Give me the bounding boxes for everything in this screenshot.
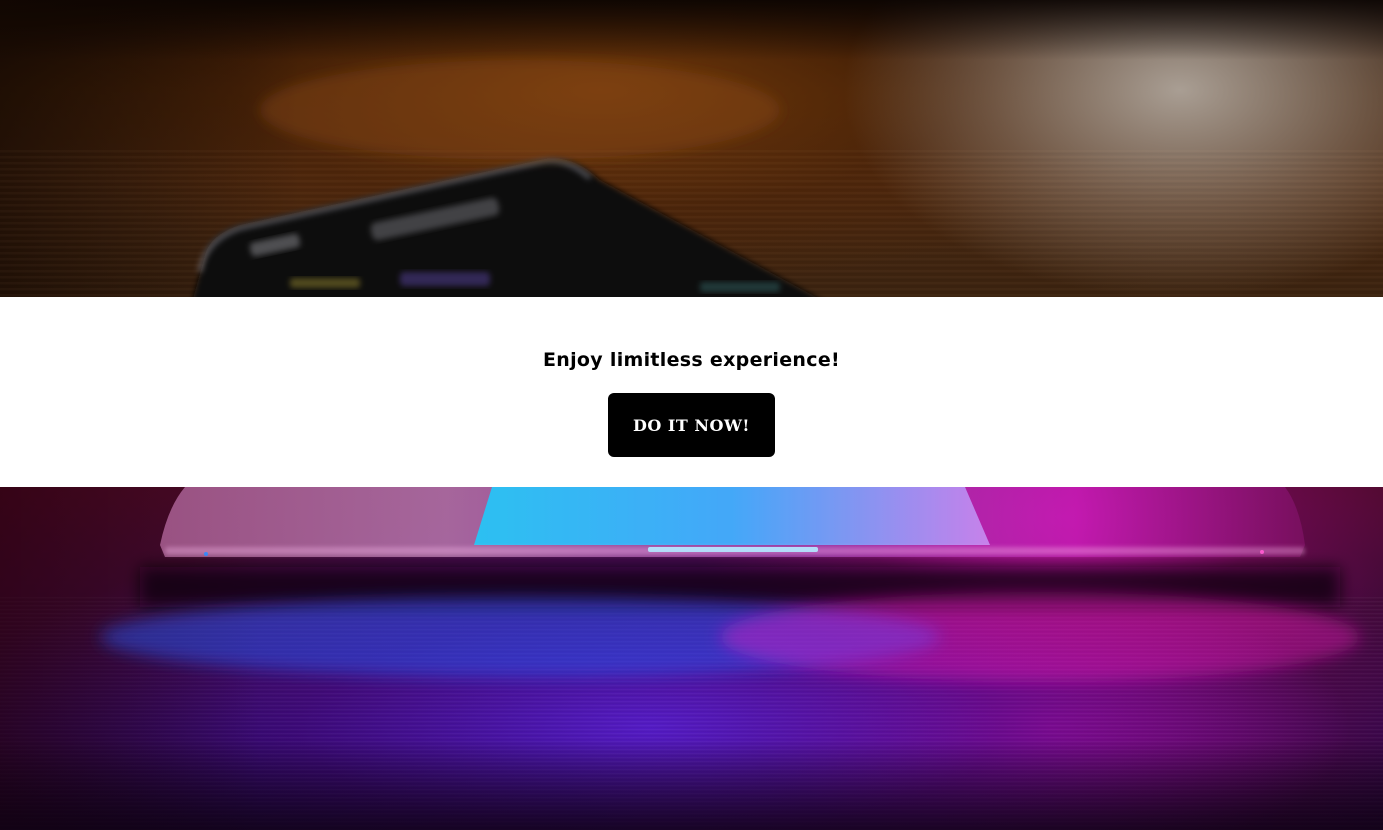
landing-page: Enjoy limitless experience! DO IT NOW! xyxy=(0,0,1383,830)
promo-banner xyxy=(0,297,1383,487)
do-it-now-button[interactable]: DO IT NOW! xyxy=(608,393,775,457)
laptop-neon-photo xyxy=(0,487,1383,830)
phone-on-table-photo xyxy=(0,0,1383,297)
promo-heading: Enjoy limitless experience! xyxy=(543,349,840,371)
